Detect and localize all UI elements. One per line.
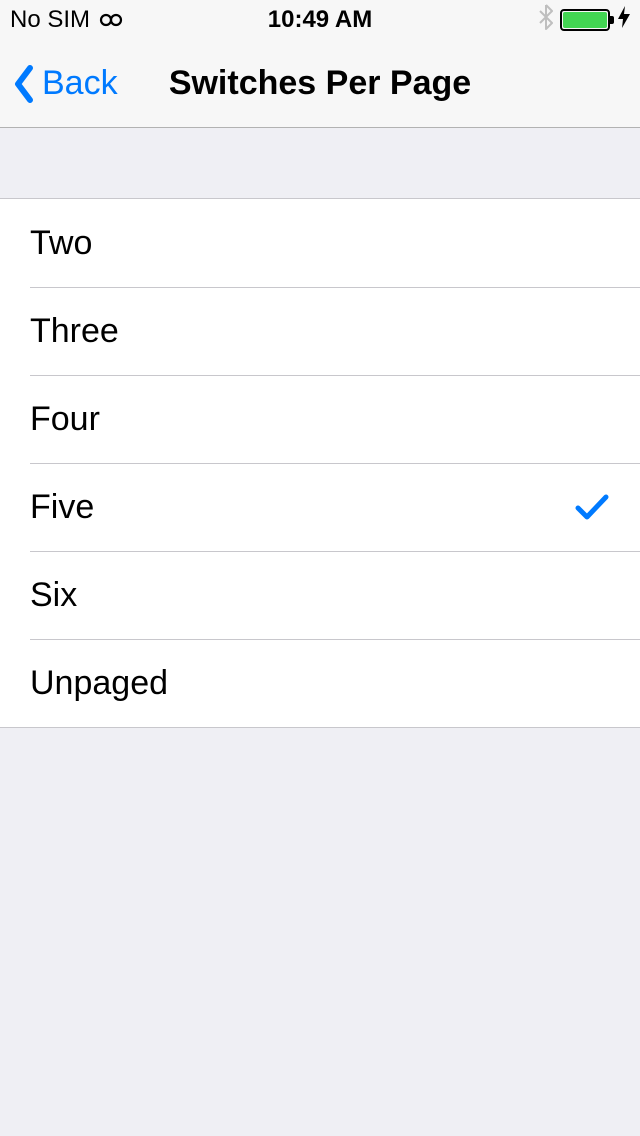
option-row-six[interactable]: Six <box>0 551 640 639</box>
chevron-left-icon <box>12 64 36 104</box>
carrier-label: No SIM <box>10 6 90 34</box>
status-right <box>538 4 630 37</box>
option-row-two[interactable]: Two <box>0 199 640 287</box>
option-label: Six <box>30 576 77 615</box>
back-button[interactable]: Back <box>12 64 118 104</box>
charging-icon <box>618 6 630 34</box>
option-label: Four <box>30 400 100 439</box>
checkmark-icon <box>574 492 610 522</box>
options-list: Two Three Four Five Six Unpaged <box>0 198 640 728</box>
option-row-three[interactable]: Three <box>0 287 640 375</box>
option-row-five[interactable]: Five <box>0 463 640 551</box>
bluetooth-icon <box>538 4 554 37</box>
option-label: Five <box>30 488 94 527</box>
status-bar: No SIM 10:49 AM <box>0 0 640 40</box>
back-label: Back <box>42 64 118 103</box>
option-label: Two <box>30 224 92 263</box>
section-spacer <box>0 128 640 198</box>
status-left: No SIM <box>10 6 124 34</box>
battery-icon <box>560 9 610 31</box>
option-label: Three <box>30 312 119 351</box>
nav-bar: Back Switches Per Page <box>0 40 640 128</box>
hotspot-icon <box>98 12 124 28</box>
option-row-four[interactable]: Four <box>0 375 640 463</box>
option-label: Unpaged <box>30 664 168 703</box>
option-row-unpaged[interactable]: Unpaged <box>0 639 640 727</box>
